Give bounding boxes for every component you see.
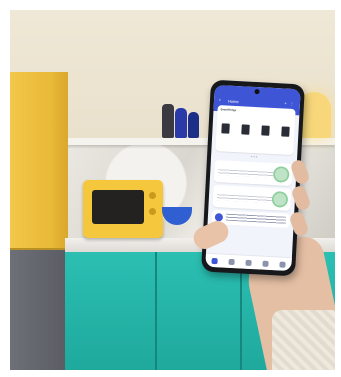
vase-blue — [175, 108, 187, 138]
device-tile-icon[interactable] — [241, 124, 250, 135]
oven-window — [92, 190, 144, 224]
device-row — [221, 123, 290, 137]
overview-card[interactable]: SmartThings — [215, 105, 296, 156]
automation-tab-icon[interactable] — [262, 260, 269, 267]
vase-navy — [188, 112, 199, 138]
devices-tab-icon[interactable] — [228, 258, 235, 265]
promo-card[interactable] — [212, 184, 292, 211]
oven-knob — [149, 208, 156, 215]
promo-illustration — [272, 166, 290, 183]
life-tab-icon[interactable] — [245, 259, 252, 266]
camera-punch-hole — [254, 88, 260, 95]
phone-screen: ‹ Home + ⋮ SmartThings • • • — [205, 84, 301, 272]
smartphone: ‹ Home + ⋮ SmartThings • • • — [201, 79, 305, 277]
toaster-oven — [83, 180, 163, 238]
promo-card[interactable] — [213, 159, 293, 187]
banner-text-lines — [225, 213, 287, 224]
device-tile-icon[interactable] — [221, 123, 230, 134]
app-title: Home — [227, 98, 239, 105]
back-arrow-icon[interactable]: ‹ — [219, 97, 221, 103]
oven-knob — [149, 192, 156, 199]
cabinet-seam — [155, 252, 157, 370]
overview-heading: SmartThings — [220, 108, 237, 113]
header-actions[interactable]: + ⋮ — [284, 101, 295, 108]
promo-illustration — [271, 191, 289, 208]
promo-text-lines — [216, 194, 273, 204]
knit-sleeve — [272, 310, 335, 370]
photo-frame: ‹ Home + ⋮ SmartThings • • • — [10, 10, 335, 370]
device-tile-icon[interactable] — [281, 126, 290, 137]
bottle-dark — [162, 104, 174, 138]
home-tab-icon[interactable] — [211, 257, 218, 264]
bottom-tab-bar — [205, 252, 292, 272]
promo-text-lines — [218, 169, 274, 179]
menu-tab-icon[interactable] — [279, 261, 287, 268]
device-tile-icon[interactable] — [261, 125, 270, 136]
refrigerator-lower — [10, 250, 68, 370]
